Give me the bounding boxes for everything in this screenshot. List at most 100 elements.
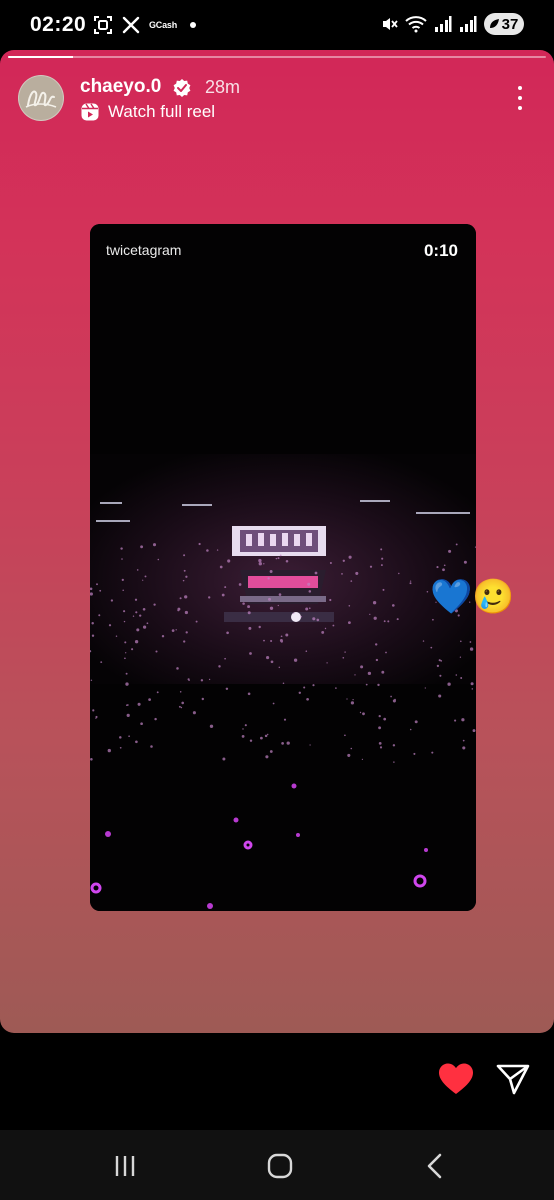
crowd-light [132, 615, 135, 617]
crowd-light [92, 709, 95, 712]
reel-duration: 0:10 [423, 241, 458, 260]
crowd-light [161, 634, 165, 638]
more-options-button[interactable] [508, 86, 532, 110]
crowd-light [367, 671, 372, 676]
crowd-light [135, 611, 138, 614]
crowd-light [460, 677, 463, 679]
crowd-light [244, 724, 247, 727]
crowd-light [454, 719, 457, 722]
crowd-light [462, 739, 465, 742]
crowd-light [267, 577, 270, 580]
crowd-light [277, 604, 279, 607]
crowd-light [247, 692, 251, 696]
crowd-light [440, 660, 443, 662]
crowd-light [369, 613, 371, 616]
status-bar: 02:20 GCash 37 [0, 0, 554, 50]
crowd-light [140, 722, 143, 726]
crowd-light [269, 750, 273, 753]
reel-preview[interactable]: twicetagram 0:10 [90, 224, 476, 911]
crowd-light [125, 682, 129, 686]
crowd-light [344, 651, 346, 653]
crowd-light [309, 607, 311, 609]
crowd-light [430, 646, 433, 649]
signal-icon [460, 16, 477, 32]
crowd-light [378, 742, 382, 745]
recents-icon[interactable] [110, 1152, 140, 1180]
crowd-light [378, 726, 382, 730]
notification-dot-icon [190, 22, 197, 28]
crowd-light [352, 698, 354, 701]
crowd-light [448, 549, 452, 553]
crowd-light [268, 597, 271, 601]
crowd-light [280, 635, 283, 638]
crowd-light [140, 545, 144, 549]
crowd-light [152, 543, 157, 547]
crowd-light [385, 651, 387, 654]
username[interactable]: chaeyo.0 [80, 76, 161, 98]
crowd-light [442, 568, 445, 572]
crowd-light [342, 656, 345, 659]
crowd-light [298, 691, 301, 694]
story-viewer[interactable]: chaeyo.0 28m Watch full reel twicetagram… [0, 50, 554, 1033]
crowd-light [139, 614, 142, 617]
crowd-light [146, 622, 149, 625]
crowd-light [398, 572, 400, 575]
crowd-light [185, 575, 188, 578]
crowd-light [362, 712, 365, 716]
avatar[interactable] [18, 75, 64, 121]
crowd-light [221, 593, 225, 597]
crowd-light [326, 662, 328, 664]
crowd-light [324, 627, 327, 630]
crowd-light [360, 665, 364, 669]
watch-full-reel-link[interactable]: Watch full reel [80, 102, 215, 122]
more-dot-icon [518, 96, 522, 100]
crowd-light [426, 590, 429, 593]
crowd-light [121, 558, 123, 560]
crowd-light [142, 579, 144, 581]
like-button[interactable] [438, 1062, 474, 1096]
crowd-light [329, 598, 332, 602]
crowd-light [258, 558, 262, 563]
crowd-light [346, 698, 348, 700]
crowd-light [409, 580, 412, 582]
crowd-light [155, 650, 158, 653]
crowd-light [443, 564, 446, 567]
crowd-light [471, 688, 474, 690]
crowd-light [387, 620, 390, 623]
signal-icon [435, 16, 452, 32]
crowd-light [142, 625, 147, 629]
crowd-light [285, 560, 289, 563]
status-time: 02:20 [30, 13, 87, 36]
home-icon[interactable] [265, 1152, 295, 1180]
crowd-light [279, 554, 282, 557]
crowd-light [258, 625, 261, 629]
crowd-light [270, 639, 273, 643]
crowd-light [424, 687, 426, 689]
crowd-light [126, 704, 129, 706]
crowd-light [209, 724, 214, 728]
more-dot-icon [518, 106, 522, 110]
back-icon[interactable] [420, 1152, 450, 1180]
crowd-light [300, 615, 302, 618]
crowd-light [249, 739, 253, 742]
emoji-sticker: 💙🥲 [430, 578, 515, 616]
crowd-light [176, 667, 179, 670]
crowd-light [150, 745, 153, 748]
crowd-light [184, 595, 188, 599]
crowd-light [382, 588, 385, 591]
crowd-light [285, 633, 289, 637]
crowd-light [312, 617, 316, 621]
share-button[interactable] [496, 1063, 530, 1095]
crowd-light [157, 558, 160, 561]
crowd-light [216, 549, 219, 551]
crowd-light [171, 629, 175, 632]
crowd-light [462, 746, 466, 750]
crowd-light [277, 557, 280, 560]
reel-source-handle[interactable]: twicetagram [106, 242, 181, 258]
crowd-light [269, 570, 273, 573]
mute-icon [383, 18, 398, 30]
crowd-light [195, 620, 198, 623]
crowd-light [249, 652, 252, 655]
crowd-light [469, 647, 474, 651]
crowd-light [110, 599, 114, 602]
